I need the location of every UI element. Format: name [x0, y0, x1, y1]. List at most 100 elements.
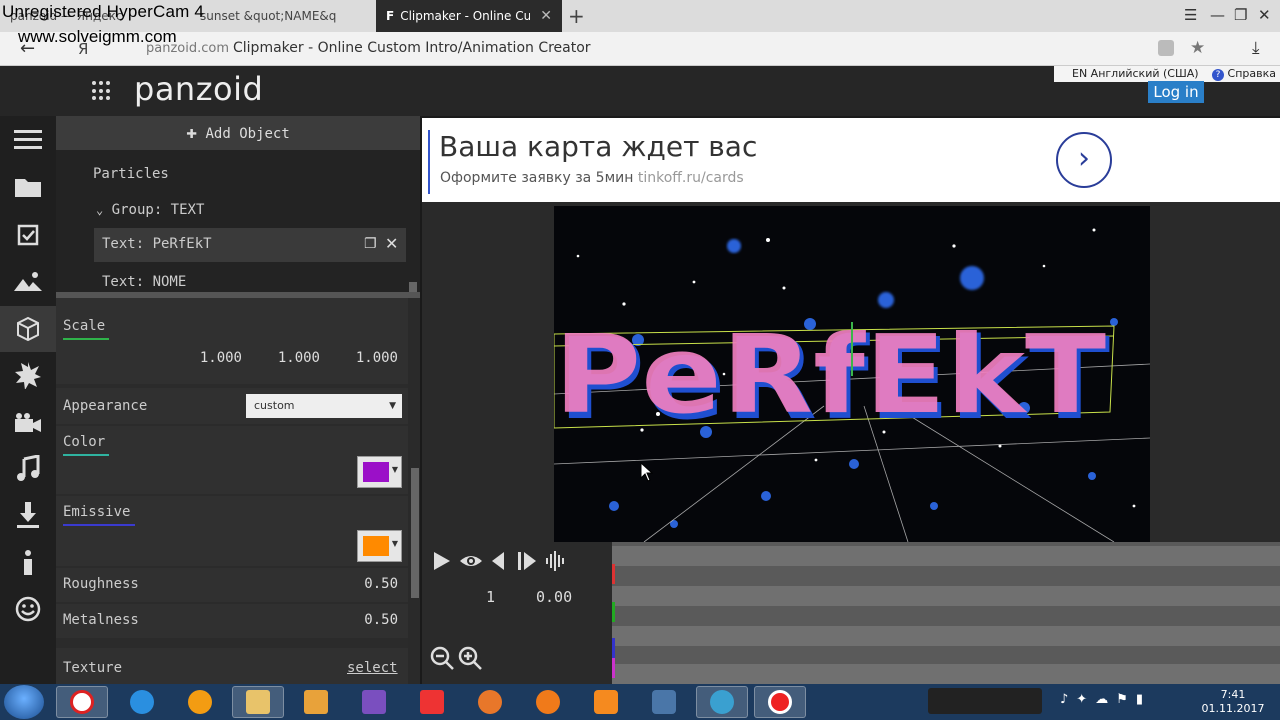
appearance-select[interactable]: custom ▼ [246, 394, 402, 418]
ad-accent-bar [428, 130, 430, 194]
appearance-property: Appearance custom ▼ [56, 388, 408, 424]
preview-scene: PeRfEkT PeRfEkT [554, 228, 1150, 542]
tab-label: sunset &quot;NAME&q [200, 9, 337, 23]
system-tray-icons[interactable]: ♪✦☁⚑▮ [1060, 692, 1151, 707]
music-icon[interactable] [0, 446, 56, 492]
info-icon[interactable] [0, 540, 56, 586]
track-marker-blue [612, 638, 615, 658]
visual-studio-icon [362, 690, 386, 714]
texture-select-link[interactable]: select [347, 660, 398, 676]
bookmark-star-icon[interactable]: ★ [1190, 38, 1205, 58]
track-marker-red [612, 564, 615, 584]
timeline-track[interactable] [612, 546, 1280, 566]
avast-icon [188, 690, 212, 714]
taskbar-ok[interactable] [580, 686, 632, 718]
scale-label: Scale [63, 318, 106, 334]
timeline-track[interactable] [612, 626, 1280, 646]
preview-canvas[interactable]: PeRfEkT PeRfEkT [554, 206, 1150, 542]
translate-bar[interactable]: EN Английский (США) ? Справка [1054, 66, 1280, 82]
add-object-button[interactable]: ✚ Add Object [56, 116, 420, 150]
menu-icon[interactable]: ☰ [1184, 6, 1197, 24]
clock[interactable]: 7:41 01.11.2017 [1196, 688, 1270, 716]
recorder-watermark: Unregistered HyperCam 4 [2, 2, 205, 21]
screen: panzoid — Яндекс sunset &quot;NAME&q F C… [0, 0, 1280, 720]
checkbox-icon[interactable] [0, 212, 56, 258]
hamburger-menu-icon[interactable] [0, 116, 56, 162]
ad-subtitle-text: Оформите заявку за 5мин [440, 170, 634, 186]
plus-icon: ✚ [186, 122, 198, 143]
step-forward-icon [518, 552, 536, 570]
properties-scroll-thumb[interactable] [411, 468, 419, 598]
scale-x-input[interactable]: 1.000 [178, 350, 242, 366]
lock-icon[interactable] [1158, 40, 1174, 56]
object-tree: Particles ⌄ Group: TEXT Text: PeRfEkT ❐ … [56, 150, 420, 324]
camera-icon[interactable] [0, 400, 56, 446]
taskbar-hypercam[interactable] [754, 686, 806, 718]
yandex-icon [420, 690, 444, 714]
track-marker-green [612, 602, 615, 622]
taskbar-vk[interactable] [638, 686, 690, 718]
folder-icon[interactable] [0, 164, 56, 210]
scale-z-input[interactable]: 1.000 [334, 350, 398, 366]
timeline-track[interactable] [612, 664, 1280, 684]
chevron-down-icon[interactable]: ⌄ [96, 203, 103, 217]
group-label: Group: TEXT [111, 202, 205, 218]
tab-sunset[interactable]: sunset &quot;NAME&q [190, 0, 376, 32]
taskbar-firefox[interactable] [464, 686, 516, 718]
help-link[interactable]: Справка [1228, 67, 1276, 80]
minimize-icon[interactable]: — [1210, 6, 1225, 24]
smiley-icon[interactable] [0, 586, 56, 632]
ad-banner[interactable]: Ваша карта ждет вас Оформите заявку за 5… [422, 118, 1280, 202]
taskbar-player[interactable] [290, 686, 342, 718]
mouse-cursor-icon [640, 462, 654, 482]
texture-label: Texture [63, 660, 123, 676]
tree-item-particles[interactable]: Particles [93, 166, 169, 182]
roughness-input[interactable]: 0.50 [336, 576, 398, 592]
taskbar-ie[interactable] [116, 686, 168, 718]
recorder-url: www.solveigmm.com [18, 27, 177, 46]
tree-item-nome[interactable]: Text: NOME [102, 274, 186, 290]
ad-subtitle: Оформите заявку за 5мин tinkoff.ru/cards [440, 170, 744, 186]
new-tab-icon[interactable]: + [568, 4, 585, 28]
metalness-input[interactable]: 0.50 [336, 612, 398, 628]
tree-item-group[interactable]: ⌄ Group: TEXT [96, 202, 204, 218]
taskbar-vs[interactable] [348, 686, 400, 718]
timeline-tracks[interactable] [612, 542, 1280, 684]
scale-y-input[interactable]: 1.000 [256, 350, 320, 366]
tree-item-selected[interactable]: Text: PeRfEkT ❐ ✕ [94, 228, 406, 262]
taskbar-avast[interactable] [174, 686, 226, 718]
delete-icon[interactable]: ✕ [385, 234, 398, 253]
chevron-right-icon[interactable]: › [1056, 132, 1112, 188]
timeline-track[interactable] [612, 586, 1280, 606]
emissive-swatch[interactable]: ▼ [357, 530, 402, 562]
properties-scrollbar[interactable] [408, 298, 420, 684]
start-button-icon[interactable] [4, 685, 44, 719]
color-swatch[interactable]: ▼ [357, 456, 402, 488]
cube-icon[interactable] [0, 306, 56, 352]
duplicate-icon[interactable]: ❐ [364, 236, 377, 252]
language-label[interactable]: EN Английский (США) [1072, 67, 1199, 80]
taskbar-edge[interactable] [522, 686, 574, 718]
url-page-title[interactable]: Clipmaker - Online Custom Intro/Animatio… [233, 40, 591, 56]
taskbar-explorer[interactable] [232, 686, 284, 718]
login-button[interactable]: Log in [1148, 81, 1204, 103]
taskbar-chrome[interactable] [696, 686, 748, 718]
image-icon[interactable] [0, 258, 56, 304]
app-logo[interactable]: panzoid [134, 70, 263, 108]
close-window-icon[interactable]: ✕ [1258, 6, 1271, 24]
tab-close-icon[interactable]: ✕ [540, 8, 552, 24]
restore-icon[interactable]: ❐ [1234, 6, 1247, 24]
download-icon[interactable]: ⤓ [1252, 38, 1260, 58]
ad-link[interactable]: tinkoff.ru/cards [638, 170, 744, 186]
download-export-icon[interactable] [0, 492, 56, 538]
recorder-toolbar[interactable] [928, 688, 1042, 714]
caret-down-icon: ▼ [391, 465, 398, 474]
starburst-icon[interactable] [0, 352, 56, 398]
taskbar-yandex2[interactable] [406, 686, 458, 718]
apps-grid-icon[interactable] [92, 81, 112, 101]
tab-clipmaker[interactable]: F Clipmaker - Online Custo ✕ [376, 0, 562, 32]
taskbar-yandex[interactable] [56, 686, 108, 718]
media-player-icon [304, 690, 328, 714]
vk-icon [652, 690, 676, 714]
zoom-icons [430, 646, 482, 670]
